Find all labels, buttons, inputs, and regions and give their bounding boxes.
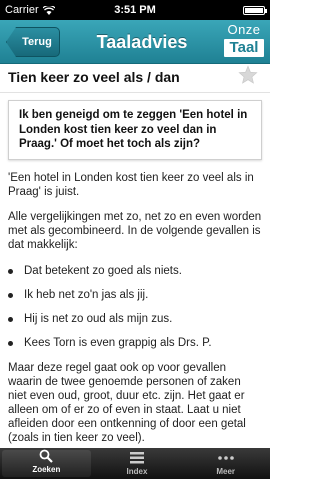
favorite-star-icon[interactable] [238, 65, 258, 85]
nav-bar: Terug Taaladvies Onze Taal [0, 20, 270, 64]
page-title: Tien keer zo veel als / dan [8, 69, 180, 85]
tab-bar: Zoeken Index Meer [0, 448, 270, 479]
tab-meer[interactable]: Meer [181, 448, 270, 479]
search-icon [38, 449, 54, 463]
answer-paragraph: 'Een hotel in Londen kost tien keer zo v… [8, 171, 254, 198]
tab-index[interactable]: Index [93, 448, 182, 479]
logo-top-text: Onze [227, 22, 261, 37]
examples-list: Dat betekent zo goed als niets. Ik heb n… [8, 264, 262, 350]
explanation-paragraph: Alle vergelijkingen met zo, net zo en ev… [8, 210, 262, 251]
logo-bottom-text: Taal [224, 39, 264, 57]
nav-title: Taaladvies [96, 32, 188, 52]
carrier: Carrier [5, 4, 55, 16]
tab-label: Zoeken [32, 465, 61, 474]
tab-label: Index [126, 467, 148, 476]
status-bar: Carrier 3:51 PM [0, 0, 270, 20]
list-item: Hij is net zo oud als mijn zus. [8, 312, 262, 326]
list-item: Ik heb net zo'n jas als jij. [8, 288, 262, 302]
battery-icon [243, 6, 267, 15]
question-box: Ik ben geneigd om te zeggen 'Een hotel i… [8, 100, 262, 160]
wifi-icon [42, 5, 55, 15]
followup-paragraph: Maar deze regel gaat ook op voor gevalle… [8, 361, 246, 444]
onze-taal-logo: Onze Taal [224, 23, 264, 59]
tab-zoeken[interactable]: Zoeken [2, 449, 91, 477]
back-button-label: Terug [22, 36, 52, 48]
back-button[interactable]: Terug [6, 27, 60, 57]
carrier-label: Carrier [5, 4, 39, 16]
title-row: Tien keer zo veel als / dan [0, 65, 270, 93]
tab-label: Meer [216, 467, 236, 476]
list-item: Dat betekent zo goed als niets. [8, 264, 262, 278]
list-icon [129, 451, 145, 465]
article-content[interactable]: Ik ben geneigd om te zeggen 'Een hotel i… [0, 94, 270, 448]
list-item: Kees Torn is even grappig als Drs. P. [8, 336, 262, 350]
more-icon [217, 451, 234, 465]
